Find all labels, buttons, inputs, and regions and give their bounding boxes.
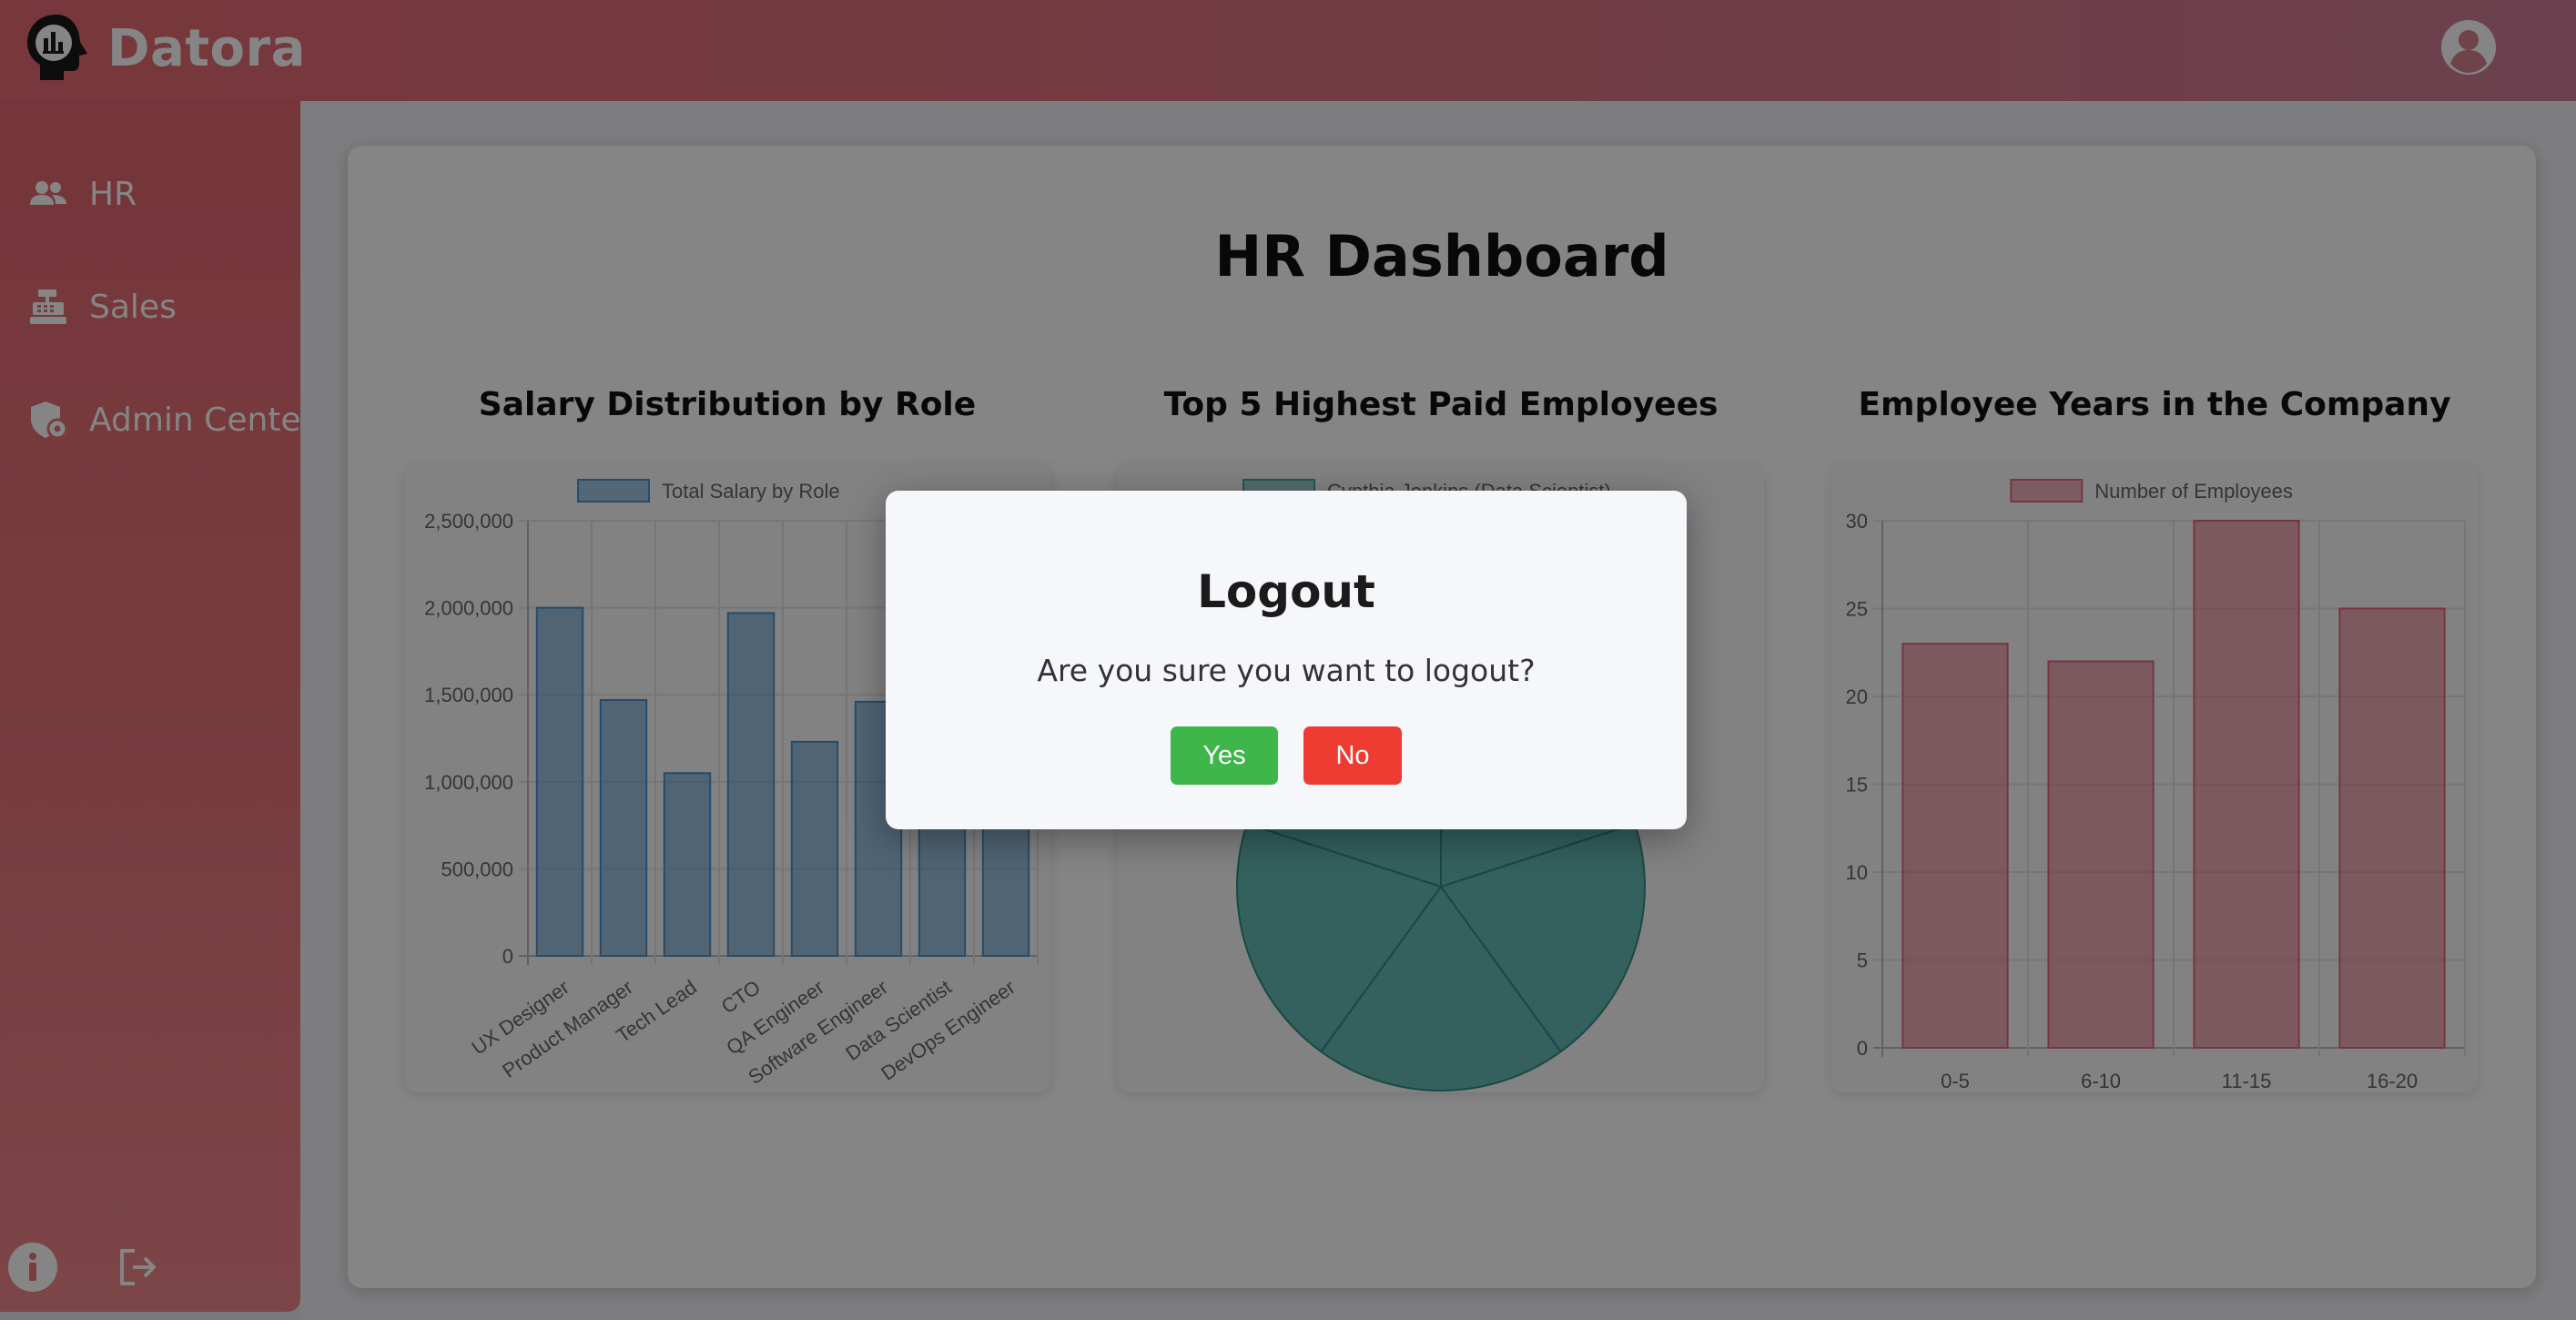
no-button[interactable]: No <box>1303 726 1402 785</box>
logout-dialog: Logout Are you sure you want to logout? … <box>886 491 1687 829</box>
dialog-title: Logout <box>1197 565 1375 618</box>
yes-button[interactable]: Yes <box>1171 726 1278 785</box>
dialog-message: Are you sure you want to logout? <box>1037 653 1536 688</box>
